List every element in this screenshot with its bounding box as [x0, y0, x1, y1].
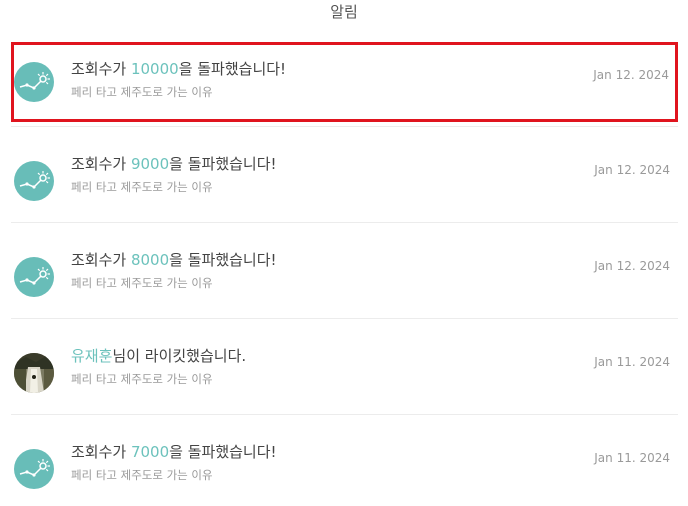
notification-date: Jan 12. 2024: [594, 163, 670, 177]
notification-date: Jan 12. 2024: [594, 259, 670, 273]
notification-date: Jan 12. 2024: [593, 68, 669, 82]
page-title: 알림: [330, 3, 358, 21]
divider: [11, 414, 678, 415]
notification-message: 유재훈님이 라이킷했습니다.: [71, 347, 247, 365]
views-milestone-icon: [14, 161, 54, 201]
notification-date: Jan 11. 2024: [594, 451, 670, 465]
notification-message: 조회수가 7000을 돌파했습니다!: [71, 443, 277, 461]
view-count: 10000: [130, 60, 179, 78]
notification-message: 조회수가 10000을 돌파했습니다!: [71, 60, 287, 78]
user-avatar[interactable]: [14, 353, 54, 393]
post-title: 페리 타고 제주도로 가는 이유: [71, 372, 213, 386]
notification-item[interactable]: 조회수가 7000을 돌파했습니다! 페리 타고 제주도로 가는 이유 Jan …: [11, 426, 678, 506]
header: 알림: [0, 0, 688, 26]
user-name-link[interactable]: 유재훈: [71, 347, 112, 365]
views-milestone-icon: [14, 257, 54, 297]
post-title: 페리 타고 제주도로 가는 이유: [71, 468, 213, 482]
notification-message: 조회수가 9000을 돌파했습니다!: [71, 155, 277, 173]
notification-item[interactable]: 조회수가 10000을 돌파했습니다! 페리 타고 제주도로 가는 이유 Jan…: [11, 42, 678, 122]
views-milestone-icon: [14, 449, 54, 489]
divider: [11, 318, 678, 319]
view-count: 8000: [130, 251, 170, 269]
divider: [11, 222, 678, 223]
divider: [11, 126, 678, 127]
notification-message: 조회수가 8000을 돌파했습니다!: [71, 251, 277, 269]
view-count: 7000: [130, 443, 170, 461]
views-milestone-icon: [14, 62, 54, 102]
notification-item[interactable]: 조회수가 9000을 돌파했습니다! 페리 타고 제주도로 가는 이유 Jan …: [11, 138, 678, 218]
notification-date: Jan 11. 2024: [594, 355, 670, 369]
notification-item[interactable]: 조회수가 8000을 돌파했습니다! 페리 타고 제주도로 가는 이유 Jan …: [11, 234, 678, 314]
view-count: 9000: [130, 155, 170, 173]
notification-item[interactable]: 유재훈님이 라이킷했습니다. 페리 타고 제주도로 가는 이유 Jan 11. …: [11, 330, 678, 410]
post-title: 페리 타고 제주도로 가는 이유: [71, 85, 213, 99]
post-title: 페리 타고 제주도로 가는 이유: [71, 276, 213, 290]
post-title: 페리 타고 제주도로 가는 이유: [71, 180, 213, 194]
